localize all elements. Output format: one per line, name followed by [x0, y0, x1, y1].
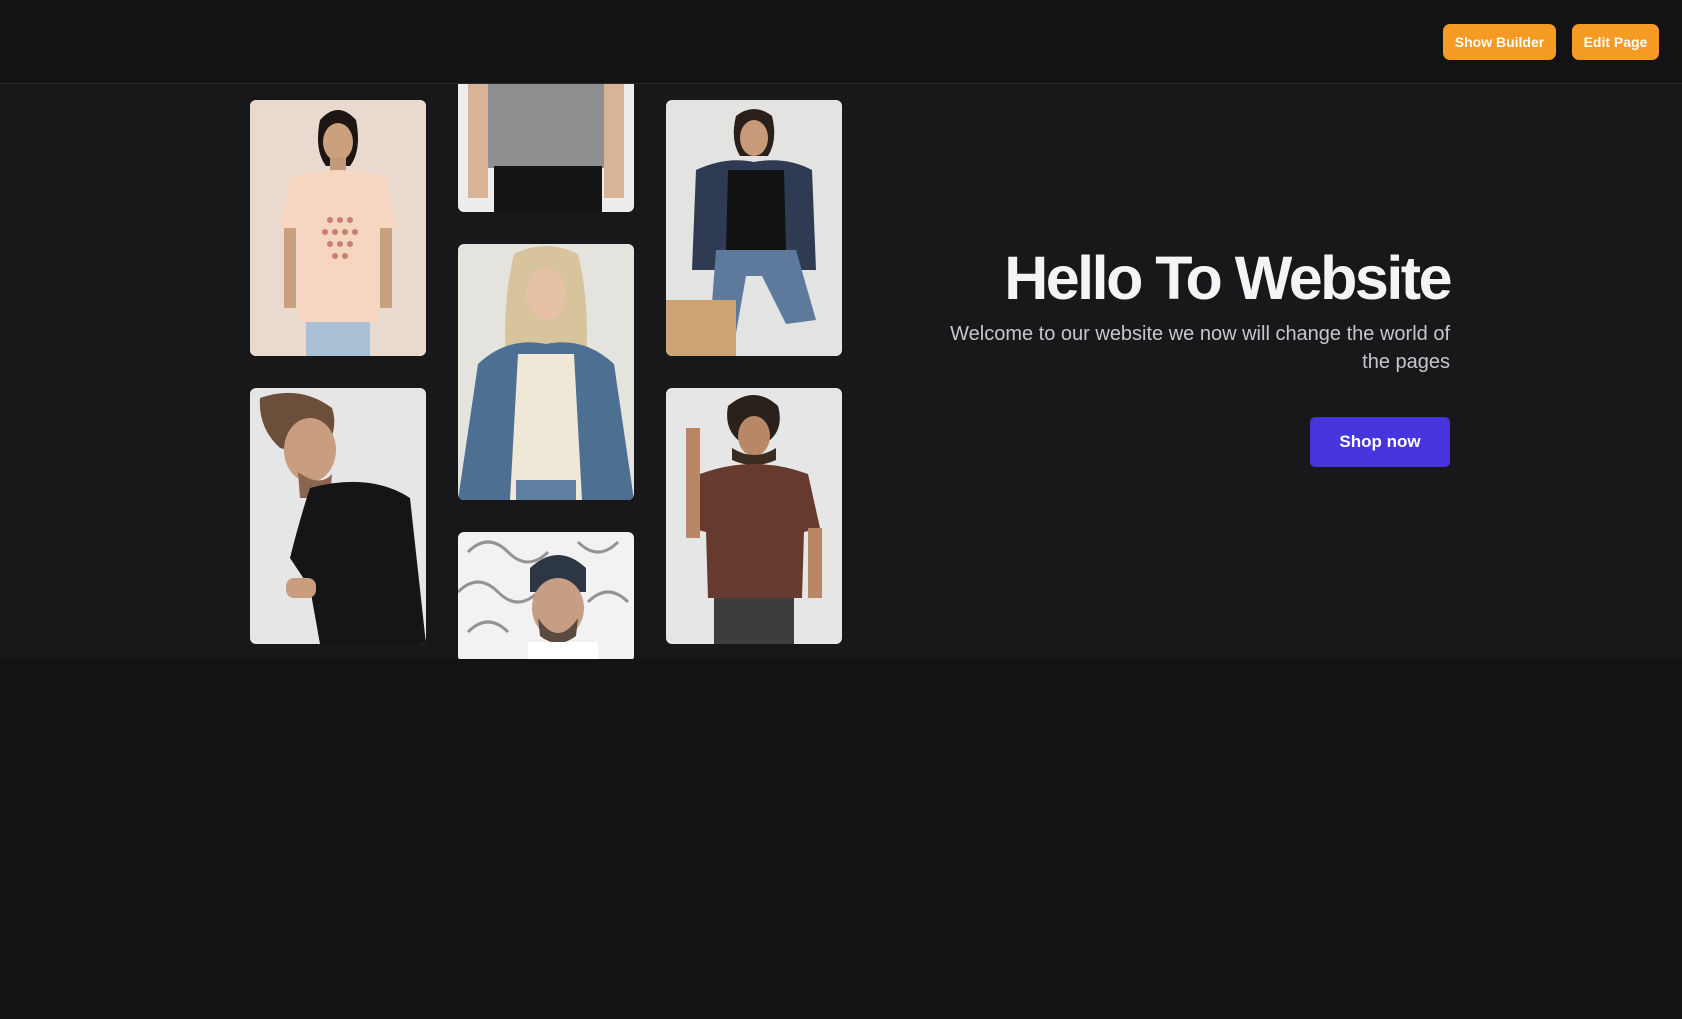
product-photo-man-beanie — [458, 532, 634, 659]
hero-section: Hello To Website Welcome to our website … — [0, 84, 1682, 659]
product-photo-woman-black-tee — [666, 100, 842, 356]
top-toolbar: Show Builder Edit Page — [0, 0, 1682, 84]
show-builder-button[interactable]: Show Builder — [1443, 24, 1556, 60]
shop-now-button[interactable]: Shop now — [1310, 417, 1450, 467]
product-photo-man-brown-tee — [666, 388, 842, 644]
edit-page-button[interactable]: Edit Page — [1572, 24, 1659, 60]
product-photo-woman-peach-tee — [250, 100, 426, 356]
product-photo-woman-denim-jacket — [458, 244, 634, 500]
product-photo-man-black-tee — [250, 388, 426, 644]
hero-title: Hello To Website — [1004, 244, 1452, 312]
hero-subtitle: Welcome to our website we now will chang… — [950, 323, 1450, 373]
product-photo-man-grey-tee — [458, 84, 634, 212]
